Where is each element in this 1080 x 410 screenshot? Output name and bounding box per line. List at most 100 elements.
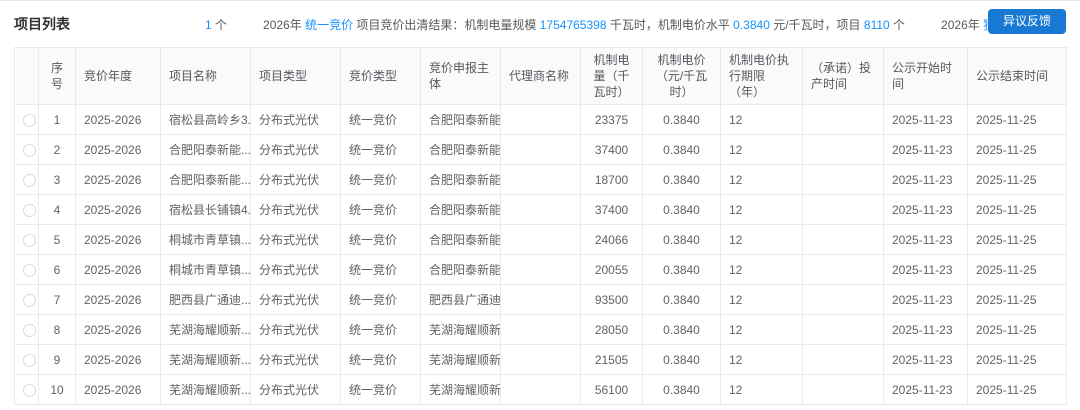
table-row: 92025-2026芜湖海耀顺新...分布式光伏统一竞价芜湖海耀顺新...215… xyxy=(14,344,1067,375)
column-header-seq: 序号 xyxy=(38,47,76,105)
cell-year: 2025-2026 xyxy=(75,224,161,255)
cell-energy: 28050 xyxy=(580,314,643,345)
cell-end-time: 2025-11-25 xyxy=(967,374,1067,405)
table-row: 102025-2026芜湖海耀顺新...分布式光伏统一竞价芜湖海耀顺新...56… xyxy=(14,374,1067,405)
cell-production-time xyxy=(802,254,884,285)
cell-term: 12 xyxy=(720,134,803,165)
page-title: 项目列表 xyxy=(14,16,70,32)
cell-seq: 9 xyxy=(38,344,76,375)
cell-select xyxy=(14,224,39,255)
cell-end-time: 2025-11-25 xyxy=(967,314,1067,345)
cell-start-time: 2025-11-23 xyxy=(883,194,968,225)
unified-bidding-message: 2026年 统一竞价 项目竞价出清结果：机制电量规模 1754765398 千瓦… xyxy=(263,18,905,32)
cell-production-time xyxy=(802,134,884,165)
cell-bidding-type: 统一竞价 xyxy=(340,104,421,135)
cell-project-name: 芜湖海耀顺新... xyxy=(160,374,251,405)
cell-project-type: 分布式光伏 xyxy=(250,344,341,375)
cell-energy: 18700 xyxy=(580,164,643,195)
cell-select xyxy=(14,164,39,195)
cell-term: 12 xyxy=(720,254,803,285)
cell-year: 2025-2026 xyxy=(75,104,161,135)
row-select-radio[interactable] xyxy=(23,203,36,217)
cell-end-time: 2025-11-25 xyxy=(967,194,1067,225)
cell-year: 2025-2026 xyxy=(75,254,161,285)
cell-price: 0.3840 xyxy=(642,224,721,255)
cell-agent xyxy=(500,134,581,165)
row-select-radio[interactable] xyxy=(23,383,36,397)
column-header-year: 竞价年度 xyxy=(75,47,161,105)
cell-year: 2025-2026 xyxy=(75,374,161,405)
cell-bidding-type: 统一竞价 xyxy=(340,164,421,195)
cell-agent xyxy=(500,344,581,375)
cell-seq: 3 xyxy=(38,164,76,195)
cell-year: 2025-2026 xyxy=(75,134,161,165)
cell-start-time: 2025-11-23 xyxy=(883,164,968,195)
column-header-agent: 代理商名称 xyxy=(500,47,581,105)
table-row: 72025-2026肥西县广通迪...分布式光伏统一竞价肥西县广通迪...935… xyxy=(14,284,1067,315)
column-header-energy: 机制电量（千瓦时） xyxy=(580,47,643,105)
table-row: 62025-2026桐城市青草镇...分布式光伏统一竞价合肥阳泰新能... 200… xyxy=(14,254,1067,285)
cell-year: 2025-2026 xyxy=(75,194,161,225)
cell-energy: 24066 xyxy=(580,224,643,255)
cell-applicant: 合肥阳泰新能... xyxy=(420,254,501,285)
cell-year: 2025-2026 xyxy=(75,284,161,315)
cell-bidding-type: 统一竞价 xyxy=(340,254,421,285)
cell-seq: 1 xyxy=(38,104,76,135)
table-row: 12025-2026宿松县高岭乡3...分布式光伏统一竞价合肥阳泰新能... 23… xyxy=(14,104,1067,135)
ticker-text: 元/千瓦时，项目 xyxy=(769,18,864,32)
cell-select xyxy=(14,104,39,135)
cell-price: 0.3840 xyxy=(642,104,721,135)
clearing-result-ticker: 1 个 2026年 统一竞价 项目竞价出清结果：机制电量规模 1754765398… xyxy=(205,16,1000,34)
column-header-production-time: （承诺）投产时间 xyxy=(802,47,884,105)
column-header-bidding-type: 竞价类型 xyxy=(340,47,421,105)
ticker-fragment: 1 个 xyxy=(205,18,227,32)
row-select-radio[interactable] xyxy=(23,323,36,337)
cell-applicant: 合肥阳泰新能... xyxy=(420,164,501,195)
cell-bidding-type: 统一竞价 xyxy=(340,194,421,225)
cell-energy: 37400 xyxy=(580,134,643,165)
cell-start-time: 2025-11-23 xyxy=(883,104,968,135)
table-row: 22025-2026合肥阳泰新能...分布式光伏统一竞价合肥阳泰新能...374… xyxy=(14,134,1067,165)
row-select-radio[interactable] xyxy=(23,263,36,277)
cell-agent xyxy=(500,194,581,225)
cell-end-time: 2025-11-25 xyxy=(967,134,1067,165)
row-select-radio[interactable] xyxy=(23,173,36,187)
column-header-project-name: 项目名称 xyxy=(160,47,251,105)
cell-agent xyxy=(500,254,581,285)
ticker-text: 2026年 xyxy=(263,18,306,32)
column-header-start-time: 公示开始时间 xyxy=(883,47,968,105)
column-header-price: 机制电价（元/千瓦时） xyxy=(642,47,721,105)
cell-applicant: 合肥阳泰新能... xyxy=(420,194,501,225)
cell-term: 12 xyxy=(720,194,803,225)
cell-price: 0.3840 xyxy=(642,194,721,225)
objection-feedback-button[interactable]: 异议反馈 xyxy=(987,9,1066,34)
cell-agent xyxy=(500,224,581,255)
cell-bidding-type: 统一竞价 xyxy=(340,134,421,165)
cell-project-type: 分布式光伏 xyxy=(250,224,341,255)
cell-price: 0.3840 xyxy=(642,344,721,375)
cell-seq: 10 xyxy=(38,374,76,405)
cell-year: 2025-2026 xyxy=(75,314,161,345)
cell-price: 0.3840 xyxy=(642,134,721,165)
row-select-radio[interactable] xyxy=(23,113,36,127)
cell-seq: 2 xyxy=(38,134,76,165)
row-select-radio[interactable] xyxy=(23,233,36,247)
cell-applicant: 合肥阳泰新能... xyxy=(420,224,501,255)
cell-select xyxy=(14,254,39,285)
cell-production-time xyxy=(802,284,884,315)
column-header-applicant: 竞价申报主体 xyxy=(420,47,501,105)
cell-project-name: 合肥阳泰新能... xyxy=(160,134,251,165)
ticker-link[interactable]: 统一竞价 xyxy=(305,18,353,32)
column-header-end-time: 公示结束时间 xyxy=(967,47,1067,105)
cell-term: 12 xyxy=(720,344,803,375)
row-select-radio[interactable] xyxy=(23,143,36,157)
ticker-highlight: 1754765398 xyxy=(539,18,607,32)
row-select-radio[interactable] xyxy=(23,293,36,307)
column-header-select xyxy=(14,47,39,105)
project-table: 序号 竞价年度 项目名称 项目类型 竞价类型 竞价申报主体 代理商名称 机制电量（千瓦时） 机制… xyxy=(14,47,1067,405)
cell-start-time: 2025-11-23 xyxy=(883,224,968,255)
cell-price: 0.3840 xyxy=(642,254,721,285)
row-select-radio[interactable] xyxy=(23,353,36,367)
cell-term: 12 xyxy=(720,224,803,255)
cell-applicant: 肥西县广通迪... xyxy=(420,284,501,315)
